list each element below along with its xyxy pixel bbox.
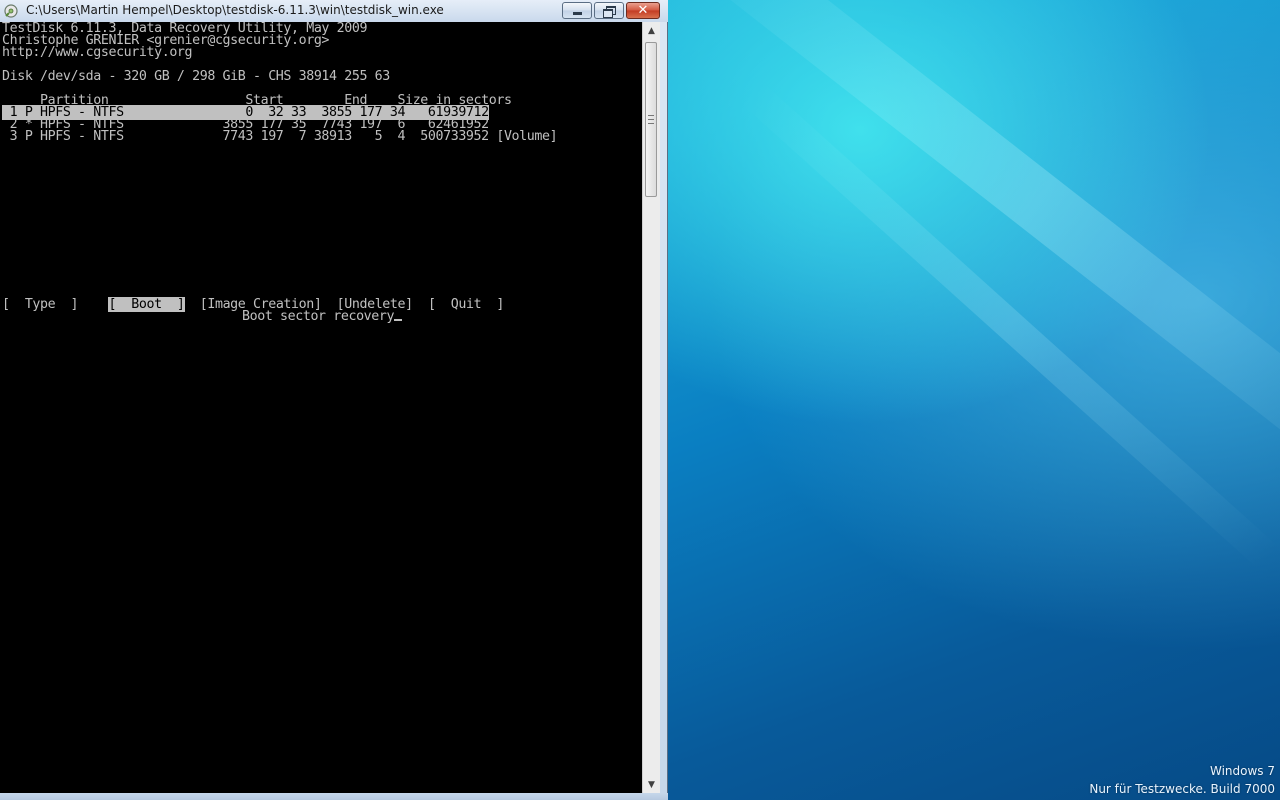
grip-icon: [648, 115, 654, 124]
restore-button[interactable]: [594, 2, 624, 19]
scroll-thumb[interactable]: [645, 42, 657, 197]
partition-row[interactable]: 3 P HPFS - NTFS 7743 197 7 38913 5 4 500…: [2, 130, 558, 143]
text-cursor: [394, 319, 403, 321]
header-url-line: http://www.cgsecurity.org: [2, 45, 193, 60]
scroll-down-icon[interactable]: ▼: [643, 776, 660, 793]
watermark-os-name: Windows 7: [1209, 764, 1275, 778]
window-title: C:\Users\Martin Hempel\Desktop\testdisk-…: [26, 3, 444, 17]
menu-type[interactable]: [ Type ]: [2, 297, 78, 312]
minimize-icon: [572, 12, 582, 15]
testdisk-app-icon[interactable]: [3, 3, 19, 19]
restore-icon: [603, 5, 616, 18]
disk-info-line: Disk /dev/sda - 320 GB / 298 GiB - CHS 3…: [2, 69, 390, 84]
menu-quit[interactable]: [ Quit ]: [428, 297, 504, 312]
scroll-up-icon[interactable]: ▲: [643, 22, 660, 39]
window-bottom-border: [0, 793, 668, 800]
vertical-scrollbar[interactable]: ▲ ▼: [642, 22, 660, 793]
wallpaper-light-streak: [663, 0, 1280, 502]
windows-build-watermark: Windows 7 Nur für Testzwecke. Build 7000: [1089, 762, 1275, 798]
status-line: Boot sector recovery: [242, 309, 403, 324]
close-icon: ✕: [637, 3, 649, 18]
status-text: Boot sector recovery: [242, 309, 395, 324]
minimize-button[interactable]: [562, 2, 592, 19]
title-bar[interactable]: C:\Users\Martin Hempel\Desktop\testdisk-…: [0, 0, 668, 22]
watermark-build-text: Nur für Testzwecke. Build 7000: [1089, 782, 1275, 796]
console-window[interactable]: C:\Users\Martin Hempel\Desktop\testdisk-…: [0, 0, 668, 800]
menu-boot[interactable]: [ Boot ]: [108, 297, 185, 312]
console-output[interactable]: TestDisk 6.11.3, Data Recovery Utility, …: [0, 22, 642, 793]
close-button[interactable]: ✕: [626, 2, 660, 19]
